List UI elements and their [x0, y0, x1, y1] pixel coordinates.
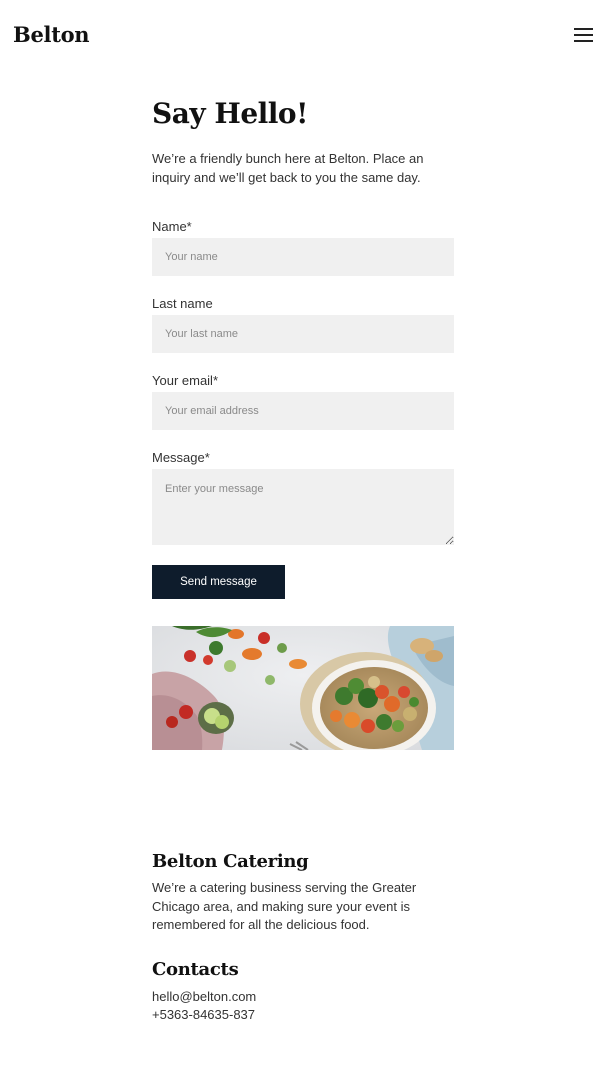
contact-section: Say Hello! We’re a friendly bunch here a… — [152, 96, 454, 599]
menu-bar — [574, 40, 593, 42]
site-header: Belton — [0, 0, 607, 72]
message-label: Message* — [152, 450, 210, 465]
name-field-group: Name* — [152, 219, 454, 276]
email-input[interactable] — [152, 392, 454, 430]
company-description: We’re a catering business serving the Gr… — [152, 880, 417, 932]
message-field-group: Message* — [152, 450, 454, 545]
contact-phone-link[interactable]: +5363-84635-837 — [152, 1006, 454, 1025]
email-label: Your email* — [152, 373, 219, 388]
contact-email-link[interactable]: hello@belton.com — [152, 988, 454, 1007]
food-photo-illustration — [152, 626, 454, 750]
hamburger-menu-icon[interactable] — [572, 26, 596, 46]
message-textarea[interactable] — [152, 469, 454, 545]
page-title: Say Hello! — [152, 97, 308, 130]
menu-bar — [574, 28, 593, 30]
last-name-input[interactable] — [152, 315, 454, 353]
name-label: Name* — [152, 219, 192, 234]
name-input[interactable] — [152, 238, 454, 276]
send-message-button[interactable]: Send message — [152, 565, 285, 599]
site-logo[interactable]: Belton — [13, 22, 90, 47]
last-name-field-group: Last name — [152, 296, 454, 353]
food-photo — [152, 626, 454, 750]
last-name-label: Last name — [152, 296, 213, 311]
site-footer: Belton Catering We’re a catering busines… — [152, 850, 454, 1025]
contact-form: Name* Last name Your email* Message* Sen… — [152, 219, 454, 599]
email-field-group: Your email* — [152, 373, 454, 430]
company-title: Belton Catering — [152, 851, 309, 872]
intro-text: We’re a friendly bunch here at Belton. P… — [152, 151, 424, 185]
contacts-title: Contacts — [152, 958, 239, 980]
menu-bar — [574, 34, 593, 36]
contacts-list: hello@belton.com +5363-84635-837 — [152, 988, 454, 1025]
